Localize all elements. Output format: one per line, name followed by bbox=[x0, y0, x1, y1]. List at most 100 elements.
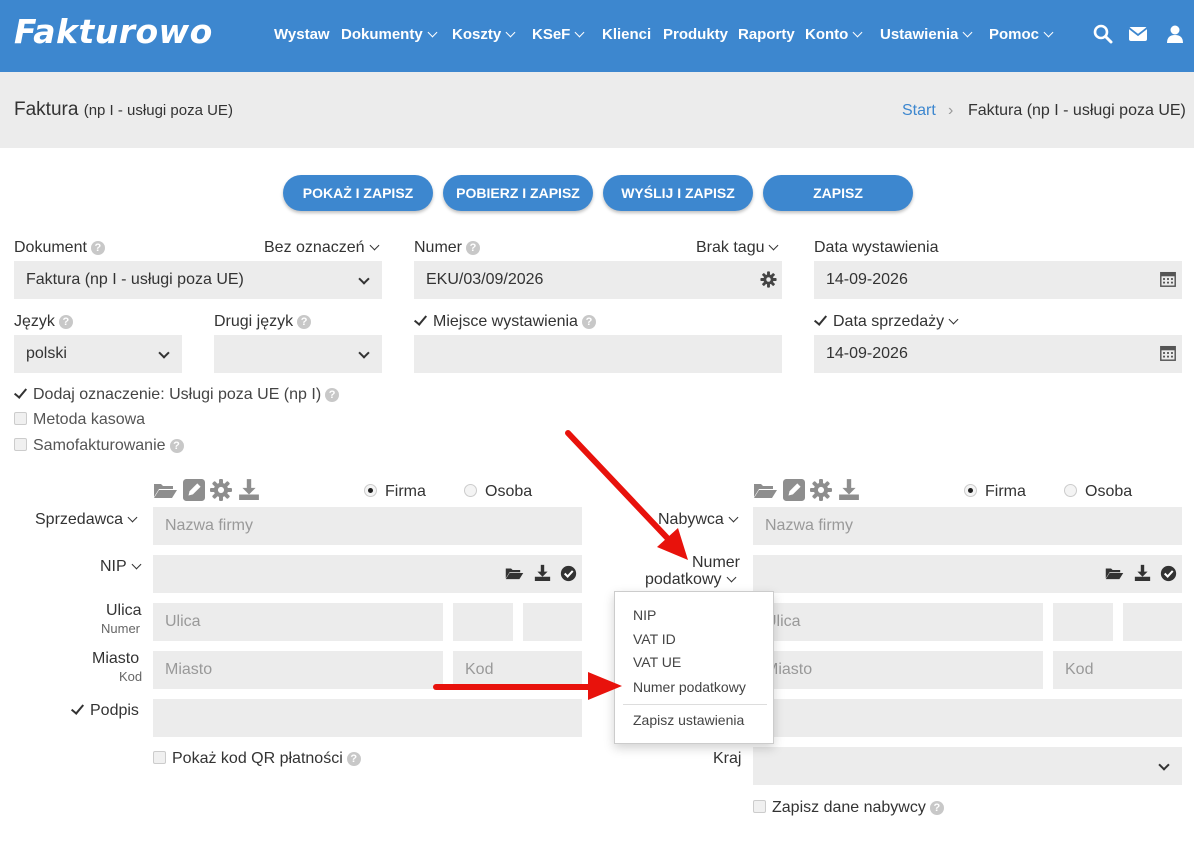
help-icon[interactable]: ? bbox=[466, 241, 481, 255]
seller-type-company-label: Firma bbox=[385, 483, 426, 500]
tax-type-dropdown-menu: NIP VAT ID VAT UE Numer podatkowy Zapisz… bbox=[614, 591, 774, 744]
seller-flat-number-input[interactable] bbox=[523, 603, 582, 641]
edit-icon[interactable] bbox=[783, 479, 805, 501]
save-settings-option[interactable]: Zapisz ustawienia bbox=[633, 712, 744, 728]
tax-option-nip[interactable]: NIP bbox=[633, 607, 656, 623]
number-label: Numer? bbox=[414, 239, 481, 257]
buyer-country-label: Kraj bbox=[713, 750, 742, 767]
nav-koszty[interactable]: Koszty bbox=[452, 26, 516, 43]
tax-option-vat-id[interactable]: VAT ID bbox=[633, 631, 676, 647]
download-icon[interactable] bbox=[238, 478, 260, 500]
top-navbar: Fakturowo Wystaw Dokumenty Koszty KSeF K… bbox=[0, 0, 1194, 72]
tax-option-vat-ue[interactable]: VAT UE bbox=[633, 654, 681, 670]
breadcrumb-home[interactable]: Start bbox=[902, 102, 936, 120]
cash-method-checkbox[interactable]: Metoda kasowa bbox=[14, 411, 145, 429]
folder-open-icon[interactable] bbox=[1105, 565, 1124, 581]
seller-city-input[interactable]: Miasto bbox=[153, 651, 443, 689]
help-icon[interactable]: ? bbox=[90, 241, 105, 255]
document-marker-select[interactable]: Bez oznaczeń bbox=[264, 239, 379, 257]
buyer-flat-number-input[interactable] bbox=[1123, 603, 1182, 641]
chevron-down-icon bbox=[769, 240, 779, 251]
buyer-house-number-input[interactable] bbox=[1053, 603, 1113, 641]
gear-icon[interactable] bbox=[210, 479, 232, 501]
place-input[interactable] bbox=[414, 335, 782, 373]
nav-ustawienia[interactable]: Ustawienia bbox=[880, 26, 973, 43]
buyer-name-input[interactable]: Nazwa firmy bbox=[753, 507, 1182, 545]
help-icon[interactable]: ? bbox=[581, 315, 596, 329]
buyer-city-input[interactable]: Miasto bbox=[753, 651, 1043, 689]
gear-icon[interactable] bbox=[760, 271, 777, 288]
seller-street-input[interactable]: Ulica bbox=[153, 603, 443, 641]
seller-name-input[interactable]: Nazwa firmy bbox=[153, 507, 582, 545]
dropdown-divider bbox=[623, 704, 767, 705]
buyer-postal-code-input[interactable]: Kod bbox=[1053, 651, 1182, 689]
tax-option-numer-podatkowy[interactable]: Numer podatkowy bbox=[633, 679, 746, 695]
save-button[interactable]: ZAPISZ bbox=[763, 175, 913, 211]
seller-number-sublabel: Numer bbox=[101, 621, 141, 636]
seller-type-company-radio[interactable]: Firma bbox=[364, 483, 426, 501]
sale-date-checkbox[interactable]: Data sprzedaży bbox=[814, 313, 959, 331]
check-circle-icon[interactable] bbox=[1160, 565, 1177, 582]
chevron-down-icon bbox=[1158, 759, 1170, 771]
nav-wystaw[interactable]: Wystaw bbox=[274, 26, 330, 43]
nav-dokumenty[interactable]: Dokumenty bbox=[341, 26, 438, 43]
buyer-street-input[interactable]: Ulica bbox=[753, 603, 1043, 641]
help-icon[interactable]: ? bbox=[346, 752, 361, 766]
number-input[interactable]: EKU/03/09/2026 bbox=[414, 261, 782, 299]
help-icon[interactable]: ? bbox=[929, 801, 944, 815]
mark-services-checkbox[interactable]: Dodaj oznaczenie: Usługi poza UE (np I)? bbox=[14, 386, 340, 404]
issue-date-input[interactable]: 14-09-2026 bbox=[814, 261, 1182, 299]
nav-klienci[interactable]: Klienci bbox=[602, 26, 651, 43]
document-type-select[interactable]: Faktura (np I - usługi poza UE) bbox=[14, 261, 382, 299]
help-icon[interactable]: ? bbox=[58, 315, 73, 329]
buyer-type-person-radio[interactable]: Osoba bbox=[1064, 483, 1132, 501]
nav-raporty[interactable]: Raporty bbox=[738, 26, 795, 43]
sale-date-input[interactable]: 14-09-2026 bbox=[814, 335, 1182, 373]
show-qr-checkbox[interactable]: Pokaż kod QR płatności? bbox=[153, 750, 361, 768]
save-buyer-checkbox[interactable]: Zapisz dane nabywcy? bbox=[753, 799, 944, 817]
help-icon[interactable]: ? bbox=[325, 388, 340, 402]
nav-ustawienia-label: Ustawienia bbox=[880, 26, 959, 43]
seller-signature-checkbox[interactable]: Podpis bbox=[71, 702, 139, 720]
gear-icon[interactable] bbox=[810, 479, 832, 501]
seller-house-number-input[interactable] bbox=[453, 603, 513, 641]
nav-konto[interactable]: Konto bbox=[805, 26, 863, 43]
help-icon[interactable]: ? bbox=[169, 439, 184, 453]
nav-pomoc[interactable]: Pomoc bbox=[989, 26, 1054, 43]
envelope-icon[interactable] bbox=[1128, 24, 1148, 44]
folder-open-icon[interactable] bbox=[153, 479, 178, 501]
folder-open-icon[interactable] bbox=[505, 565, 524, 581]
edit-icon[interactable] bbox=[183, 479, 205, 501]
download-icon[interactable] bbox=[1134, 564, 1151, 581]
seller-type-person-radio[interactable]: Osoba bbox=[464, 483, 532, 501]
buyer-type-company-radio[interactable]: Firma bbox=[964, 483, 1026, 501]
buyer-tax-type-select[interactable]: podatkowy bbox=[645, 571, 736, 589]
seller-nip-label[interactable]: NIP bbox=[100, 558, 142, 576]
app-logo[interactable]: Fakturowo bbox=[14, 12, 213, 51]
chevron-down-icon bbox=[726, 572, 736, 583]
language-select[interactable]: polski bbox=[14, 335, 182, 373]
nav-ksef[interactable]: KSeF bbox=[532, 26, 585, 43]
check-circle-icon[interactable] bbox=[560, 565, 577, 582]
download-save-button[interactable]: POBIERZ I ZAPISZ bbox=[443, 175, 593, 211]
buyer-country-select[interactable] bbox=[753, 747, 1182, 785]
download-icon[interactable] bbox=[534, 564, 551, 581]
place-checkbox[interactable]: Miejsce wystawienia? bbox=[414, 313, 596, 331]
help-icon[interactable]: ? bbox=[297, 315, 312, 329]
folder-open-icon[interactable] bbox=[753, 479, 778, 501]
chevron-down-icon bbox=[158, 347, 170, 359]
seller-signature-input[interactable] bbox=[153, 699, 582, 737]
send-save-button[interactable]: WYŚLIJ I ZAPISZ bbox=[603, 175, 753, 211]
number-tag-select[interactable]: Brak tagu bbox=[696, 239, 779, 257]
self-invoicing-checkbox[interactable]: Samofakturowanie? bbox=[14, 437, 184, 455]
nav-produkty[interactable]: Produkty bbox=[663, 26, 728, 43]
search-icon[interactable] bbox=[1093, 24, 1113, 44]
download-icon[interactable] bbox=[838, 478, 860, 500]
seller-label[interactable]: Sprzedawca bbox=[35, 511, 138, 529]
show-save-button[interactable]: POKAŻ I ZAPISZ bbox=[283, 175, 433, 211]
second-language-select[interactable] bbox=[214, 335, 382, 373]
user-icon[interactable] bbox=[1165, 24, 1185, 44]
calendar-icon[interactable] bbox=[1159, 344, 1177, 362]
calendar-icon[interactable] bbox=[1159, 270, 1177, 288]
buyer-signature-input[interactable] bbox=[753, 699, 1182, 737]
